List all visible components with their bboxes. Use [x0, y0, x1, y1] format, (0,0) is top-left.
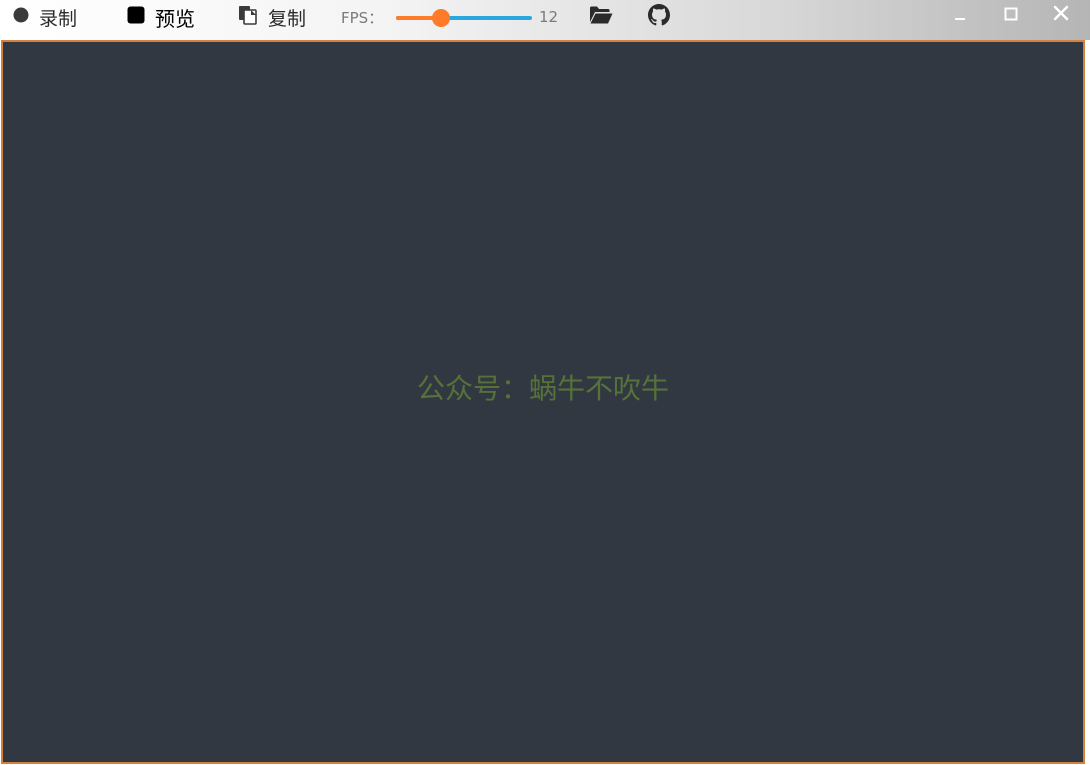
record-button[interactable]: 录制 [13, 0, 77, 34]
copy-button[interactable]: 复制 [238, 0, 306, 34]
maximize-button[interactable] [996, 0, 1026, 30]
minimize-button[interactable] [945, 0, 975, 30]
close-icon [1053, 5, 1069, 25]
preview-canvas: 公众号：蜗牛不吹牛 [1, 40, 1085, 764]
close-button[interactable] [1046, 0, 1076, 30]
maximize-icon [1004, 6, 1018, 25]
record-label: 录制 [39, 7, 78, 30]
minimize-icon [953, 6, 967, 25]
preview-button[interactable]: 预览 [127, 0, 195, 34]
toolbar: 录制 预览 复制 FPS： 12 [0, 0, 1090, 40]
app-window: 录制 预览 复制 FPS： 12 公众号：蜗牛不吹牛 [0, 0, 1090, 765]
preview-label: 预览 [155, 6, 195, 31]
fps-value: 12 [539, 8, 559, 26]
github-icon [648, 4, 670, 30]
fps-slider-thumb[interactable] [431, 9, 450, 27]
fps-slider[interactable] [396, 9, 532, 27]
fps-label: FPS： [341, 8, 384, 27]
github-button[interactable] [647, 4, 671, 30]
stop-square-icon [127, 5, 145, 29]
folder-open-icon [589, 5, 613, 29]
watermark-text: 公众号：蜗牛不吹牛 [416, 372, 669, 405]
open-folder-button[interactable] [589, 6, 613, 28]
copy-icon [238, 5, 258, 30]
copy-label: 复制 [268, 7, 307, 30]
record-circle-icon [13, 6, 29, 28]
